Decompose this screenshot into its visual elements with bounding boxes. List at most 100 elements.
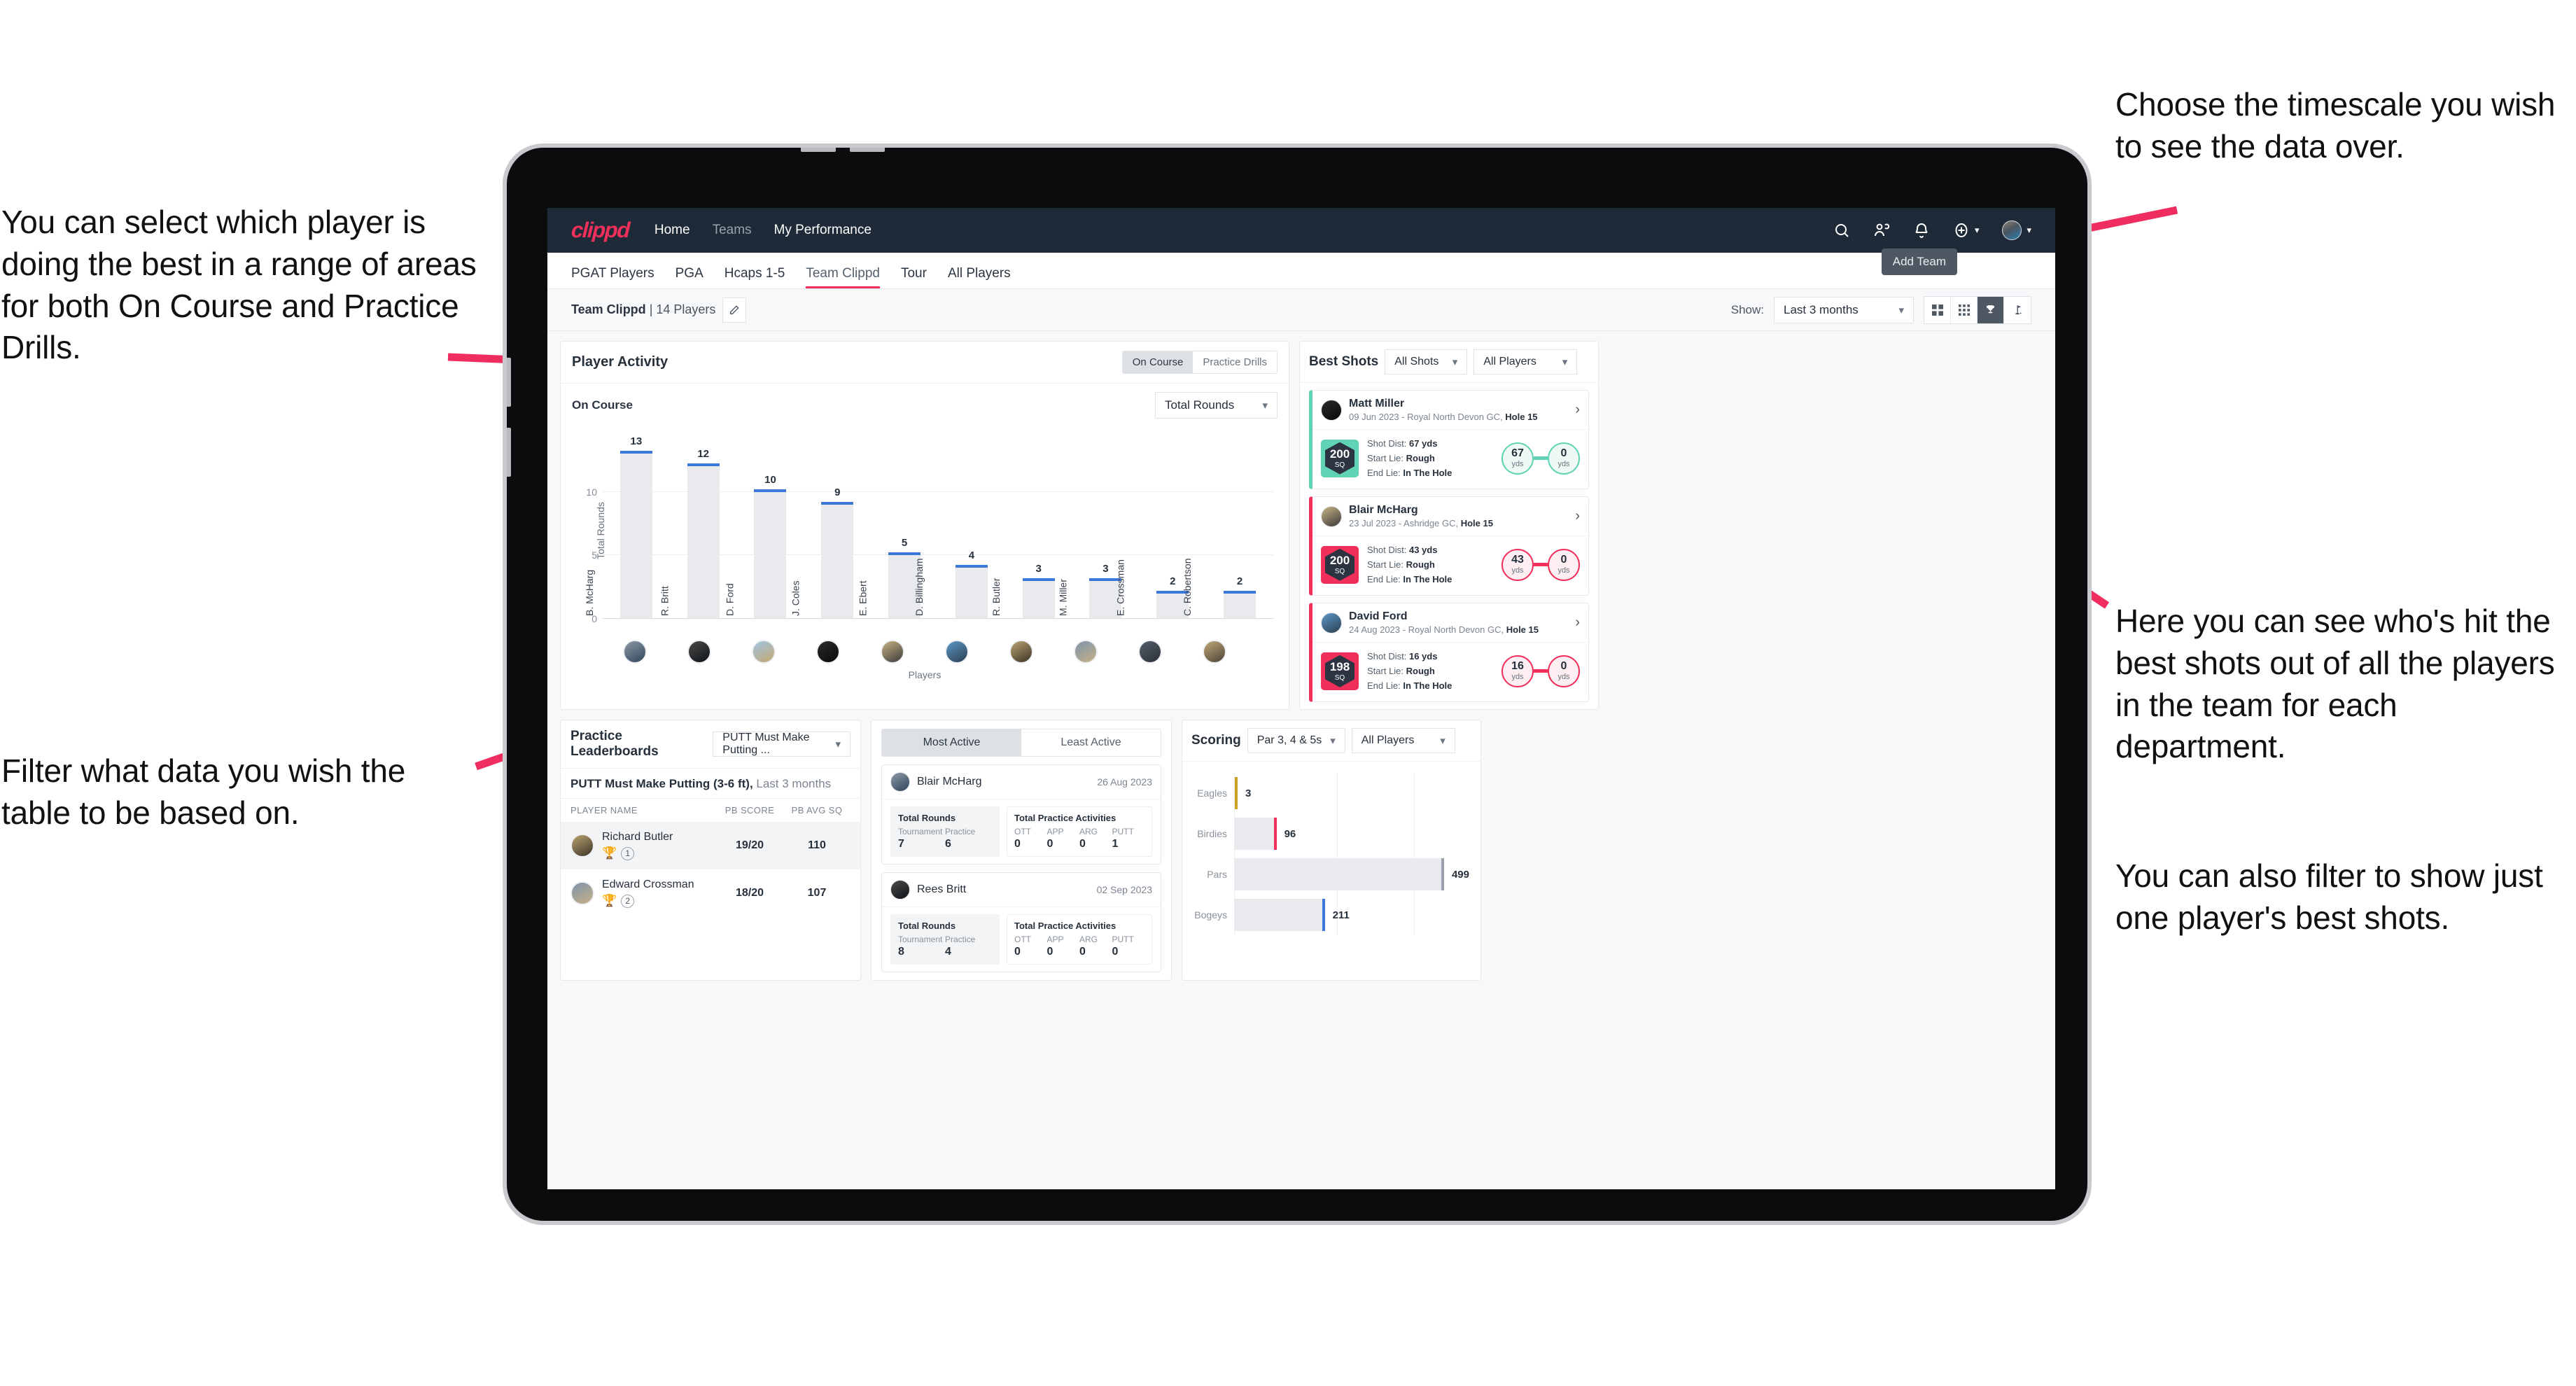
scoring-bar[interactable] — [1234, 818, 1277, 850]
best-shot-player-name: David Ford — [1349, 610, 1408, 623]
player-avatar[interactable] — [1203, 640, 1226, 664]
table-row[interactable]: Edward Crossman 🏆 2 18/20 107 — [561, 869, 860, 917]
chart-bar-label: R. Britt — [659, 586, 671, 616]
chart-bar[interactable]: 4 — [955, 550, 988, 619]
clippd-logo[interactable]: clippd — [570, 218, 630, 243]
player-avatar[interactable] — [687, 640, 711, 664]
player-avatar[interactable] — [1009, 640, 1033, 664]
activity-practice-value: 0 — [1046, 946, 1054, 958]
people-icon[interactable] — [1873, 222, 1890, 239]
player-avatar[interactable] — [1074, 640, 1098, 664]
player-avatar[interactable] — [945, 640, 969, 664]
total-rounds-title: Total Rounds — [898, 920, 956, 932]
tab-pgat-players[interactable]: PGAT Players — [571, 266, 654, 288]
chart-bar[interactable]: 13 — [620, 435, 652, 619]
activity-rounds-key: Practice — [945, 827, 976, 837]
scoring-player-filter[interactable]: All Players ▾ — [1351, 728, 1455, 754]
scoring-par-filter[interactable]: Par 3, 4 & 5s ▾ — [1247, 728, 1345, 754]
total-practice-title: Total Practice Activities — [1014, 813, 1116, 824]
best-shots-title: Best Shots — [1309, 354, 1379, 369]
chevron-right-icon[interactable]: › — [1575, 615, 1580, 631]
player-avatar[interactable] — [816, 640, 840, 664]
col-player-name: PLAYER NAME — [570, 805, 638, 816]
tab-hcaps-1-5[interactable]: Hcaps 1-5 — [724, 266, 785, 288]
best-shot-card[interactable]: Matt Miller 09 Jun 2023 - Royal North De… — [1309, 390, 1589, 490]
scoring-label: Bogeys — [1194, 909, 1227, 921]
scoring-row: Eagles 3 — [1194, 777, 1469, 810]
total-rounds-title: Total Rounds — [898, 813, 956, 824]
scoring-row: Bogeys 211 — [1194, 899, 1469, 932]
best-shots-shot-filter[interactable]: All Shots ▾ — [1385, 349, 1468, 374]
tab-pga[interactable]: PGA — [676, 266, 704, 288]
tab-all-players[interactable]: All Players — [948, 266, 1011, 288]
search-icon[interactable] — [1833, 222, 1850, 239]
best-shot-card[interactable]: Blair McHarg 23 Jul 2023 - Ashridge GC, … — [1309, 496, 1589, 596]
col-pb-avg-sq: PB AVG SQ — [791, 805, 843, 816]
chart-x-axis-label: Players — [908, 669, 941, 680]
tab-tour[interactable]: Tour — [901, 266, 927, 288]
chevron-right-icon[interactable]: › — [1575, 508, 1580, 524]
player-avatar[interactable] — [623, 640, 647, 664]
activity-rounds-value: 7 — [898, 838, 904, 850]
trophy-icon[interactable] — [1977, 296, 2004, 323]
pb-avg-sq-value: 107 — [807, 887, 827, 899]
nav-link-my-performance[interactable]: My Performance — [774, 223, 872, 238]
team-label: Team Clippd | 14 Players — [571, 302, 716, 316]
tab-most-active[interactable]: Most Active — [882, 729, 1021, 757]
chart-bar[interactable]: 3 — [1022, 563, 1055, 619]
scoring-bar[interactable] — [1234, 777, 1238, 810]
bell-icon[interactable] — [1913, 222, 1930, 239]
avatar[interactable]: ▾ — [2002, 220, 2031, 240]
chart-bar-value: 4 — [968, 550, 975, 562]
practice-leaderboards-card: Practice Leaderboards PUTT Must Make Put… — [560, 720, 861, 981]
flag-icon[interactable] — [2004, 297, 2031, 323]
show-label: Show: — [1730, 302, 1764, 316]
table-row[interactable]: Richard Butler 🏆 1 19/20 110 — [561, 822, 860, 870]
avatar — [570, 834, 594, 858]
avatar — [1321, 399, 1342, 421]
activity-card-item[interactable]: Blair McHarg 26 Aug 2023 Total Rounds To… — [881, 764, 1161, 865]
pb-score-value: 19/20 — [735, 839, 764, 852]
chart-bar-label: E. Crossman — [1114, 559, 1126, 616]
sub-toolbar: Team Clippd | 14 Players Show: Last 3 mo… — [547, 289, 2055, 331]
player-activity-title: Player Activity — [572, 354, 668, 370]
chart-bar-value: 13 — [630, 435, 643, 448]
chart-bar[interactable]: 9 — [821, 486, 854, 619]
view-toggle-group — [1924, 295, 2031, 324]
grid-3x3-icon[interactable] — [1951, 296, 1977, 323]
segment-on-course[interactable]: On Course — [1122, 351, 1194, 373]
activity-card-item[interactable]: Rees Britt 02 Sep 2023 Total Rounds Tour… — [881, 872, 1161, 973]
chevron-right-icon[interactable]: › — [1575, 402, 1580, 418]
chart-bar[interactable]: 2 — [1224, 575, 1256, 619]
segment-practice-drills[interactable]: Practice Drills — [1193, 351, 1277, 373]
timescale-select[interactable]: Last 3 months ▾ — [1774, 296, 1914, 323]
best-shots-player-filter[interactable]: All Players ▾ — [1474, 349, 1578, 374]
player-avatar[interactable] — [752, 640, 776, 664]
nav-link-teams[interactable]: Teams — [713, 223, 752, 238]
chart-bar[interactable]: 12 — [687, 448, 720, 619]
tab-least-active[interactable]: Least Active — [1021, 729, 1161, 757]
scoring-value: 3 — [1245, 787, 1252, 799]
drill-select[interactable]: PUTT Must Make Putting ... ▾ — [713, 732, 850, 757]
scoring-value: 499 — [1451, 868, 1469, 881]
activity-practice-value: 0 — [1079, 838, 1086, 850]
plus-circle-icon[interactable]: ▾ — [1953, 222, 1979, 239]
scoring-row: Pars 499 — [1194, 858, 1469, 891]
player-avatar[interactable] — [1138, 640, 1162, 664]
scoring-bar[interactable] — [1234, 899, 1325, 932]
nav-link-home[interactable]: Home — [654, 223, 690, 238]
metric-select[interactable]: Total Rounds ▾ — [1155, 392, 1278, 419]
chart-bar[interactable]: 10 — [754, 474, 787, 619]
chart-bar-value: 12 — [697, 448, 710, 461]
avatar — [570, 881, 594, 906]
edit-team-button[interactable] — [722, 297, 747, 323]
tab-team-clippd[interactable]: Team Clippd — [806, 266, 880, 288]
player-avatar[interactable] — [881, 640, 904, 664]
grid-2x2-icon[interactable] — [1924, 296, 1951, 323]
scoring-bar[interactable] — [1234, 858, 1444, 891]
chart-bar-value: 10 — [764, 473, 776, 486]
chart-bar-value: 2 — [1236, 575, 1243, 587]
dashboard-content: Player Activity On Course Practice Drill… — [547, 331, 2055, 990]
best-shot-card[interactable]: David Ford 24 Aug 2023 - Royal North Dev… — [1309, 603, 1589, 703]
chevron-down-icon: ▾ — [1452, 356, 1458, 368]
